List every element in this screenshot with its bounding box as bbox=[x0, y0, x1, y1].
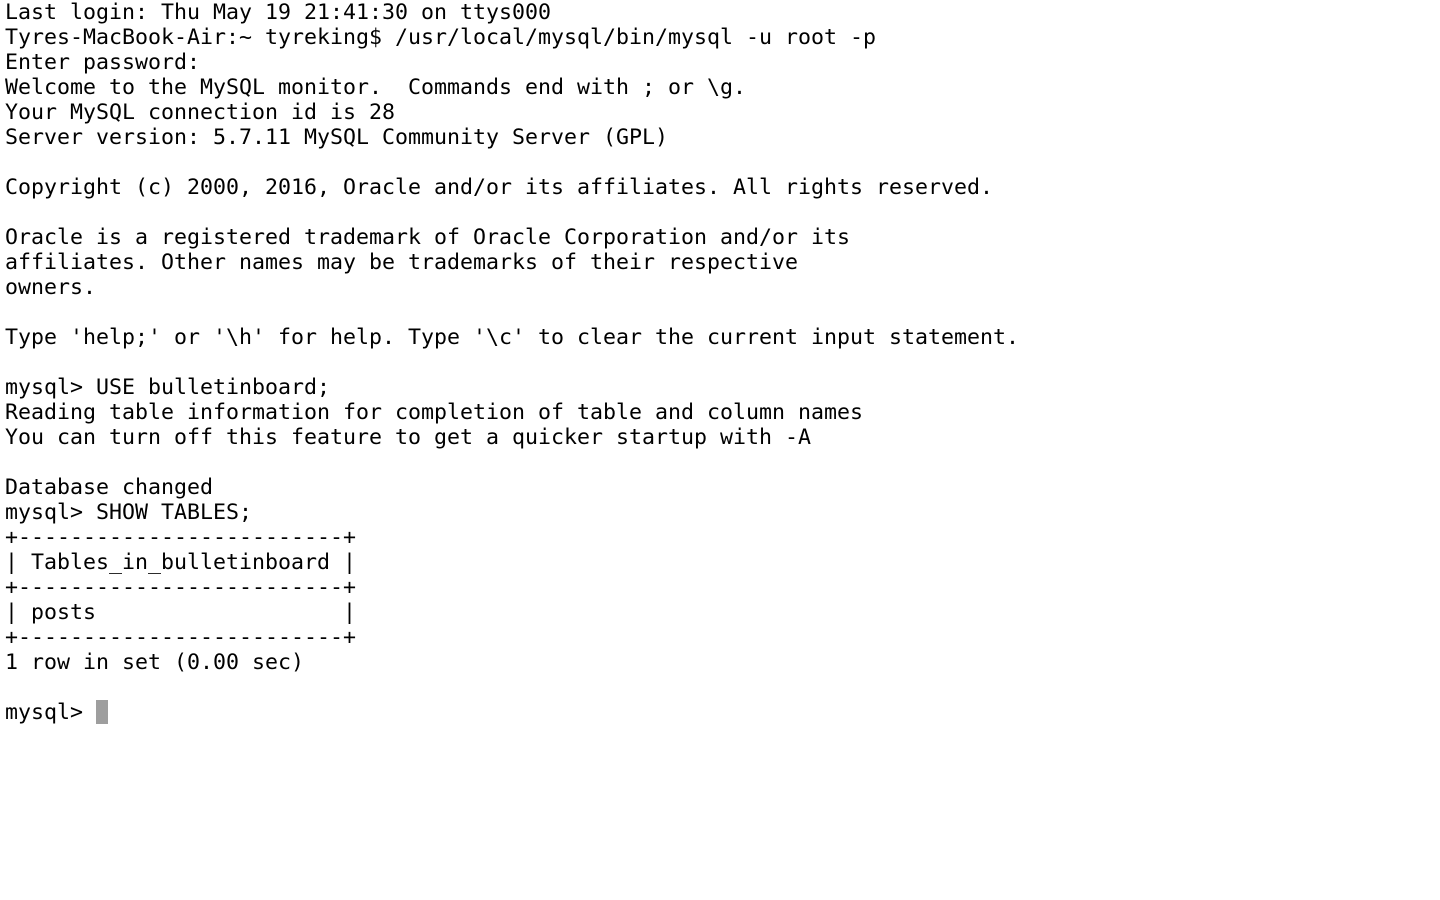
terminal-line: | posts | bbox=[5, 600, 357, 625]
terminal-line: You can turn off this feature to get a q… bbox=[5, 425, 812, 450]
terminal-line: mysql> USE bulletinboard; bbox=[5, 375, 331, 400]
terminal-line: mysql> SHOW TABLES; bbox=[5, 500, 253, 525]
terminal-line: Reading table information for completion… bbox=[5, 400, 864, 425]
terminal-line: Tyres-MacBook-Air:~ tyreking$ /usr/local… bbox=[5, 25, 877, 50]
terminal-line: affiliates. Other names may be trademark… bbox=[5, 250, 799, 275]
terminal-line: +-------------------------+ bbox=[5, 525, 357, 550]
terminal-window[interactable]: Last login: Thu May 19 21:41:30 on ttys0… bbox=[0, 0, 1440, 900]
prompt-line[interactable]: mysql> bbox=[5, 700, 1440, 725]
terminal-line: 1 row in set (0.00 sec) bbox=[5, 650, 305, 675]
terminal-line: Copyright (c) 2000, 2016, Oracle and/or … bbox=[5, 175, 994, 200]
text-cursor bbox=[96, 700, 109, 724]
terminal-line: +-------------------------+ bbox=[5, 575, 357, 600]
terminal-line: Type 'help;' or '\h' for help. Type '\c'… bbox=[5, 325, 1020, 350]
terminal-line: Database changed bbox=[5, 475, 214, 500]
terminal-line: Oracle is a registered trademark of Orac… bbox=[5, 225, 851, 250]
terminal-line: +-------------------------+ bbox=[5, 625, 357, 650]
terminal-line: owners. bbox=[5, 275, 97, 300]
terminal-line: Server version: 5.7.11 MySQL Community S… bbox=[5, 125, 669, 150]
terminal-line: | Tables_in_bulletinboard | bbox=[5, 550, 357, 575]
terminal-line: Last login: Thu May 19 21:41:30 on ttys0… bbox=[5, 0, 552, 25]
mysql-prompt: mysql> bbox=[5, 700, 84, 725]
terminal-output: Last login: Thu May 19 21:41:30 on ttys0… bbox=[5, 0, 1440, 700]
terminal-line: Enter password: bbox=[5, 50, 201, 75]
terminal-line: Welcome to the MySQL monitor. Commands e… bbox=[5, 75, 747, 100]
terminal-line: Your MySQL connection id is 28 bbox=[5, 100, 396, 125]
